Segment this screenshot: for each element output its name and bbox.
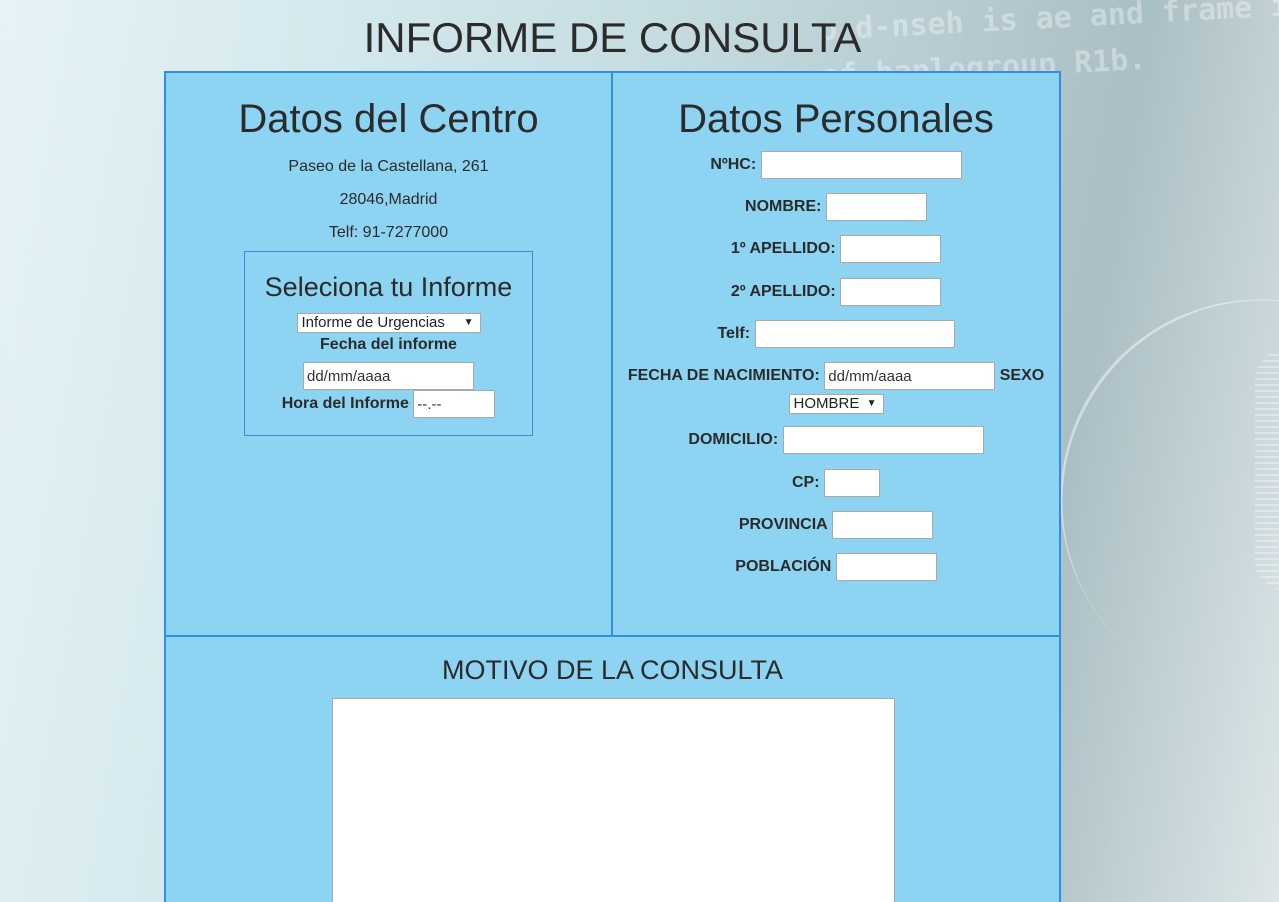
address-city: 28046,Madrid: [339, 191, 438, 208]
cp-row: CP:: [613, 469, 1059, 497]
sexo-row: HOMBRE ▼: [613, 394, 1059, 414]
poblacion-input[interactable]: [835, 553, 937, 581]
provincia-label: PROVINCIA: [738, 516, 828, 534]
sexo-select[interactable]: HOMBRE ▼: [788, 394, 884, 414]
report-type-select[interactable]: Informe de Urgencias ▼: [296, 313, 481, 333]
report-selector-title: Seleciona tu Informe: [264, 272, 513, 302]
apellido2-label: 2º APELLIDO:: [730, 283, 836, 301]
poblacion-label: POBLACIÓN: [735, 558, 832, 576]
nacimiento-label: FECHA DE NACIMIENTO:: [627, 367, 820, 385]
address-street: Paseo de la Castellana, 261: [288, 158, 489, 175]
apellido2-input[interactable]: [840, 278, 942, 306]
personal-column: Datos Personales NºHC: NOMBRE: 1º APELLI…: [613, 73, 1059, 635]
report-date-input[interactable]: [303, 362, 474, 390]
section-divider: [166, 635, 1059, 637]
chevron-down-icon: ▼: [463, 317, 474, 328]
cp-label: CP:: [791, 474, 820, 492]
nacimiento-input[interactable]: [824, 362, 996, 390]
motivo-title: MOTIVO DE LA CONSULTA: [441, 655, 784, 685]
centro-address: Paseo de la Castellana, 261 28046,Madrid…: [166, 150, 611, 249]
report-type-value: Informe de Urgencias: [301, 314, 445, 331]
poblacion-row: POBLACIÓN: [613, 553, 1059, 581]
nombre-label: NOMBRE:: [745, 198, 822, 216]
domicilio-label: DOMICILIO:: [688, 431, 779, 449]
apellido1-label: 1º APELLIDO:: [730, 240, 836, 258]
domicilio-input[interactable]: [782, 426, 984, 454]
domicilio-row: DOMICILIO:: [613, 426, 1059, 454]
motivo-textarea[interactable]: [332, 698, 895, 902]
report-time-label: Hora del Informe: [281, 395, 409, 412]
report-selector-box: Seleciona tu Informe Informe de Urgencia…: [244, 251, 533, 436]
cp-input[interactable]: [824, 469, 880, 497]
telf-input[interactable]: [754, 320, 955, 348]
report-time-input[interactable]: [413, 390, 496, 418]
sexo-label: SEXO: [999, 367, 1045, 385]
background-dial: [1255, 350, 1279, 590]
centro-column: Datos del Centro Paseo de la Castellana,…: [166, 73, 613, 635]
sexo-value: HOMBRE: [793, 395, 860, 412]
nacimiento-row: FECHA DE NACIMIENTO: SEXO: [613, 362, 1059, 390]
telf-label: Telf:: [717, 325, 751, 343]
centro-title: Datos del Centro: [238, 97, 539, 141]
nombre-row: NOMBRE:: [613, 193, 1059, 221]
nhc-label: NºHC:: [710, 156, 757, 174]
nhc-input[interactable]: [760, 151, 962, 179]
provincia-input[interactable]: [832, 511, 934, 539]
centro-phone: Telf: 91-7277000: [328, 224, 449, 241]
nombre-input[interactable]: [825, 193, 927, 221]
apellido1-row: 1º APELLIDO:: [613, 235, 1059, 263]
page-title: INFORME DE CONSULTA: [363, 14, 862, 61]
telf-row: Telf:: [613, 320, 1059, 348]
report-form: Datos del Centro Paseo de la Castellana,…: [164, 71, 1061, 902]
report-date-label: Fecha del informe: [320, 336, 457, 353]
personal-title: Datos Personales: [678, 97, 994, 141]
apellido1-input[interactable]: [840, 235, 942, 263]
chevron-down-icon: ▼: [866, 398, 877, 409]
nhc-row: NºHC:: [613, 151, 1059, 179]
apellido2-row: 2º APELLIDO:: [613, 278, 1059, 306]
provincia-row: PROVINCIA: [613, 511, 1059, 539]
